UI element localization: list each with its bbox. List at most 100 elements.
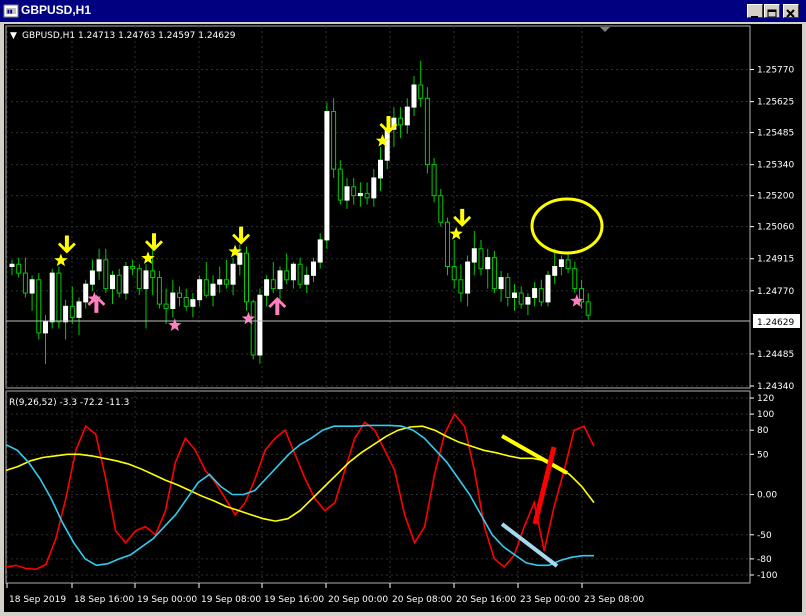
indicator-tick-label: 100 xyxy=(757,410,774,420)
candle-bull xyxy=(29,279,35,294)
title-bar[interactable]: ▮▮ GBPUSD,H1 xyxy=(0,0,806,22)
candle-bull xyxy=(357,192,363,197)
candle-bear xyxy=(297,263,303,285)
chart-background xyxy=(4,24,802,612)
candle-bull xyxy=(465,261,471,294)
price-tick-label: 1.25770 xyxy=(757,65,794,75)
candle-bull xyxy=(512,292,517,298)
chart-window-icon: ▮▮ xyxy=(3,4,19,18)
candle-bull xyxy=(76,301,82,318)
candle-bull xyxy=(123,265,129,294)
indicator-tick-label: 80 xyxy=(757,426,769,436)
minimize-icon xyxy=(751,16,758,18)
candle-bear xyxy=(445,221,450,267)
time-tick-label: 20 Sep 00:00 xyxy=(328,595,388,605)
candle-bear xyxy=(250,301,256,356)
indicator-tick-label: -80 xyxy=(757,555,772,565)
candle-bear xyxy=(331,111,337,170)
candle-bear xyxy=(351,186,357,197)
candle-bear xyxy=(431,164,437,197)
candle-bull xyxy=(324,111,330,241)
candle-bear xyxy=(478,248,484,270)
maximize-button[interactable] xyxy=(764,4,780,18)
candle-bear xyxy=(130,265,136,270)
candle-bear xyxy=(518,292,524,305)
candle-bull xyxy=(257,294,263,356)
candle-bull xyxy=(170,292,176,310)
candle-bear xyxy=(150,270,156,279)
candle-bear xyxy=(177,292,182,298)
candle-bull xyxy=(558,259,564,267)
price-tick-label: 1.25485 xyxy=(757,129,794,139)
candle-bear xyxy=(398,117,404,126)
candle-bull xyxy=(304,274,310,285)
candle-bear xyxy=(103,259,109,290)
candle-bull xyxy=(43,321,48,334)
candle-bear xyxy=(270,279,276,290)
price-tick-label: 1.25340 xyxy=(757,161,794,171)
candle-bull xyxy=(96,259,102,272)
candle-bull xyxy=(89,270,95,285)
indicator-tick-label: 120 xyxy=(757,394,774,404)
candle-bear xyxy=(116,274,122,294)
terminal-window: ▮▮ GBPUSD,H1 ▼ GBPUSD,H1 1.24713 1.24763… xyxy=(0,0,806,616)
candle-bear xyxy=(424,97,430,166)
price-tick-label: 1.24340 xyxy=(757,382,794,392)
candle-bear xyxy=(16,263,22,274)
chart-canvas[interactable]: ▼ GBPUSD,H1 1.24713 1.24763 1.24597 1.24… xyxy=(4,24,802,612)
candle-bull xyxy=(264,279,270,296)
price-panel-header: GBPUSD,H1 1.24713 1.24763 1.24597 1.2462… xyxy=(22,31,236,41)
candle-bull xyxy=(532,288,538,298)
candle-bear xyxy=(538,288,544,303)
candle-bull xyxy=(378,159,383,179)
candle-bull xyxy=(143,270,149,290)
candle-bear xyxy=(223,279,229,285)
candle-bull xyxy=(217,279,223,285)
price-tick-label: 1.25625 xyxy=(757,98,794,108)
candle-bull xyxy=(485,257,491,270)
candle-bull xyxy=(404,106,410,126)
candle-bull xyxy=(525,296,531,305)
time-tick-label: 23 Sep 00:00 xyxy=(520,595,580,605)
candle-bear xyxy=(203,279,209,296)
time-tick-label: 19 Sep 00:00 xyxy=(137,595,197,605)
candle-bull xyxy=(49,272,55,323)
collapse-arrow-icon[interactable]: ▼ xyxy=(10,31,17,41)
candle-bear xyxy=(337,168,343,201)
candle-bear xyxy=(163,303,169,310)
candle-bear xyxy=(22,272,28,294)
candle-bull xyxy=(83,283,89,303)
minimize-button[interactable] xyxy=(747,4,763,18)
candle-bull xyxy=(9,263,15,267)
candle-bull xyxy=(190,299,196,307)
indicator-tick-label: 50 xyxy=(757,450,769,460)
candle-bull xyxy=(63,305,69,323)
time-tick-label: 18 Sep 16:00 xyxy=(74,595,134,605)
candle-bear xyxy=(36,279,42,334)
indicator-panel-header: R(9,26,52) -3.3 -72.2 -11.3 xyxy=(9,398,129,408)
candle-bear xyxy=(505,277,511,298)
price-tick-label: 1.24770 xyxy=(757,287,794,297)
candle-bear xyxy=(585,301,591,316)
candle-bear xyxy=(438,195,444,223)
candle-bull xyxy=(344,186,350,201)
candle-bear xyxy=(244,252,249,303)
time-tick-label: 20 Sep 08:00 xyxy=(392,595,452,605)
candle-bull xyxy=(545,274,551,303)
price-tick-label: 1.24915 xyxy=(757,255,794,265)
price-tick-label: 1.25200 xyxy=(757,192,794,202)
candle-bull xyxy=(197,279,203,301)
candle-bear xyxy=(418,84,424,99)
time-tick-label: 20 Sep 16:00 xyxy=(456,595,516,605)
candle-bear xyxy=(364,192,370,199)
candle-bear xyxy=(156,277,162,305)
candle-bear xyxy=(572,268,578,290)
candle-bull xyxy=(277,270,283,290)
time-tick-label: 19 Sep 08:00 xyxy=(201,595,261,605)
candle-bull xyxy=(290,263,296,281)
time-tick-label: 23 Sep 08:00 xyxy=(584,595,644,605)
close-icon xyxy=(786,9,795,18)
close-button[interactable] xyxy=(783,4,799,18)
candle-bull xyxy=(471,248,477,263)
time-tick-label: 19 Sep 16:00 xyxy=(264,595,324,605)
